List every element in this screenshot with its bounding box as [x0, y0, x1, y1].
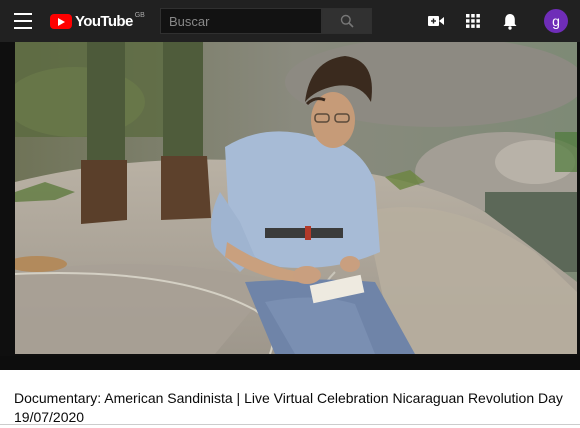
player-bottom-edge: [0, 356, 580, 370]
create-video-icon: [428, 16, 444, 26]
search-box: [160, 8, 322, 34]
create-video-button[interactable]: [426, 11, 446, 31]
menu-icon[interactable]: [14, 13, 32, 29]
video-still-image: [15, 42, 577, 354]
search-button[interactable]: [322, 8, 372, 34]
search-icon: [340, 14, 354, 28]
apps-button[interactable]: [463, 11, 483, 31]
youtube-logo[interactable]: YouTube GB: [50, 11, 145, 31]
youtube-logo-icon: [50, 13, 72, 29]
video-title: Documentary: American Sandinista | Live …: [14, 390, 563, 425]
logo-text: YouTube: [75, 12, 133, 30]
search-input[interactable]: [161, 9, 321, 33]
divider: [0, 424, 580, 425]
notifications-bell-icon: [503, 13, 517, 30]
video-player[interactable]: [0, 42, 580, 356]
video-frame[interactable]: [15, 42, 577, 354]
notifications-button[interactable]: [500, 11, 520, 31]
masthead: YouTube GB g: [0, 0, 580, 42]
avatar[interactable]: g: [544, 9, 568, 33]
logo-country-code: GB: [134, 11, 145, 19]
apps-grid-icon: [466, 14, 480, 28]
